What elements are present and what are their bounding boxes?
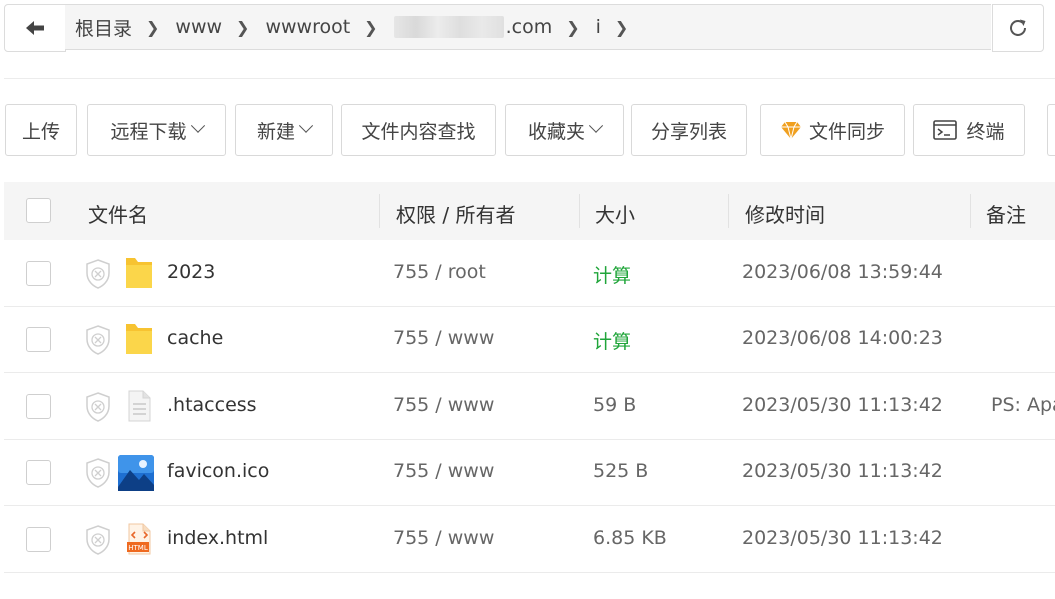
- table-row[interactable]: .htaccess 755 / www 59 B 2023/05/30 11:1…: [4, 374, 1055, 440]
- content-search-label: 文件内容查找: [361, 120, 476, 143]
- shield-icon[interactable]: [84, 391, 112, 423]
- text-file-icon: [128, 390, 151, 422]
- favorites-button[interactable]: 收藏夹: [505, 104, 624, 156]
- html-file-icon: HTML: [127, 523, 151, 555]
- chevron-down-icon: [588, 118, 604, 133]
- header-permission[interactable]: 权限 / 所有者: [396, 199, 515, 228]
- more-button[interactable]: [1047, 104, 1055, 156]
- breadcrumb-i[interactable]: i: [596, 16, 601, 38]
- file-permission[interactable]: 755 / www: [393, 394, 494, 416]
- column-divider: [379, 194, 380, 228]
- terminal-label: 终端: [966, 120, 1005, 143]
- calculate-size-link[interactable]: 计算: [593, 261, 631, 288]
- share-list-label: 分享列表: [650, 120, 727, 143]
- new-button-label: 新建: [256, 120, 295, 143]
- arrow-left-icon: [26, 21, 44, 35]
- file-modified-time: 2023/05/30 11:13:42: [742, 527, 943, 549]
- select-all-checkbox[interactable]: [26, 198, 51, 223]
- file-name[interactable]: index.html: [167, 527, 268, 549]
- header-filename[interactable]: 文件名: [88, 199, 148, 228]
- file-modified-time: 2023/05/30 11:13:42: [742, 460, 943, 482]
- address-bar: 根目录 ❯ www ❯ wwwroot ❯ .com ❯ i ❯: [4, 4, 1044, 52]
- column-divider: [728, 194, 729, 228]
- table-row[interactable]: cache 755 / www 计算 2023/06/08 14:00:23: [4, 307, 1055, 373]
- file-name[interactable]: cache: [167, 327, 223, 349]
- breadcrumb-domain[interactable]: .com: [393, 16, 553, 38]
- back-button[interactable]: [4, 4, 66, 52]
- refresh-button[interactable]: [992, 4, 1044, 52]
- remote-download-button[interactable]: 远程下载: [87, 104, 226, 156]
- file-permission[interactable]: 755 / root: [393, 261, 486, 283]
- row-checkbox[interactable]: [26, 327, 51, 352]
- row-checkbox[interactable]: [26, 394, 51, 419]
- file-size: 525 B: [593, 460, 649, 482]
- table-header: 文件名 权限 / 所有者 大小 修改时间 备注: [4, 182, 1055, 240]
- chevron-down-icon: [298, 118, 314, 133]
- file-name[interactable]: favicon.ico: [167, 460, 269, 482]
- chevron-right-icon: ❯: [146, 17, 160, 37]
- new-button[interactable]: 新建: [235, 104, 333, 156]
- content-search-button[interactable]: 文件内容查找: [341, 104, 496, 156]
- share-list-button[interactable]: 分享列表: [631, 104, 747, 156]
- file-name[interactable]: .htaccess: [167, 394, 257, 416]
- file-size: 59 B: [593, 394, 637, 416]
- chevron-right-icon: ❯: [614, 17, 629, 37]
- header-size[interactable]: 大小: [595, 199, 635, 228]
- header-modified-time[interactable]: 修改时间: [745, 199, 825, 228]
- row-checkbox[interactable]: [26, 460, 51, 485]
- favorites-label: 收藏夹: [527, 120, 585, 143]
- upload-button[interactable]: 上传: [5, 104, 77, 156]
- folder-icon: [126, 258, 152, 288]
- column-divider: [579, 194, 580, 228]
- terminal-button[interactable]: 终端: [913, 104, 1025, 156]
- breadcrumb-www[interactable]: www: [175, 16, 222, 38]
- remote-download-label: 远程下载: [110, 120, 187, 143]
- file-modified-time: 2023/05/30 11:13:42: [742, 394, 943, 416]
- file-sync-label: 文件同步: [808, 120, 885, 143]
- shield-icon[interactable]: [84, 524, 112, 556]
- redacted-text: [393, 16, 504, 38]
- svg-text:HTML: HTML: [128, 544, 148, 552]
- file-permission[interactable]: 755 / www: [393, 327, 494, 349]
- file-note[interactable]: PS: Apa: [991, 394, 1055, 416]
- file-size: 6.85 KB: [593, 527, 667, 549]
- file-name[interactable]: 2023: [167, 261, 215, 283]
- upload-button-label: 上传: [21, 120, 60, 143]
- shield-icon[interactable]: [84, 258, 112, 290]
- breadcrumb-wwwroot[interactable]: wwwroot: [265, 16, 350, 38]
- shield-icon[interactable]: [84, 457, 112, 489]
- table-row[interactable]: 2023 755 / root 计算 2023/06/08 13:59:44: [4, 241, 1055, 307]
- file-modified-time: 2023/06/08 14:00:23: [742, 327, 943, 349]
- row-checkbox[interactable]: [26, 527, 51, 552]
- file-sync-button[interactable]: 文件同步: [760, 104, 905, 156]
- image-file-icon: [118, 455, 154, 491]
- calculate-size-link[interactable]: 计算: [593, 327, 631, 354]
- breadcrumb: 根目录 ❯ www ❯ wwwroot ❯ .com ❯ i ❯: [65, 4, 991, 50]
- refresh-icon: [1010, 19, 1026, 36]
- file-permission[interactable]: 755 / www: [393, 460, 494, 482]
- file-modified-time: 2023/06/08 13:59:44: [742, 261, 943, 283]
- folder-icon: [126, 324, 152, 354]
- header-note: 备注: [986, 203, 1026, 227]
- shield-icon[interactable]: [84, 324, 112, 356]
- diamond-icon: [780, 121, 801, 140]
- row-checkbox[interactable]: [26, 261, 51, 286]
- breadcrumb-root[interactable]: 根目录: [75, 14, 132, 41]
- terminal-icon: [933, 120, 958, 140]
- file-permission[interactable]: 755 / www: [393, 527, 494, 549]
- divider: [4, 78, 1055, 79]
- table-row[interactable]: favicon.ico 755 / www 525 B 2023/05/30 1…: [4, 440, 1055, 506]
- chevron-right-icon: ❯: [566, 17, 580, 37]
- breadcrumb-domain-suffix: .com: [505, 16, 553, 38]
- chevron-right-icon: ❯: [364, 17, 378, 37]
- table-row[interactable]: HTML index.html 755 / www 6.85 KB 2023/0…: [4, 507, 1055, 573]
- chevron-right-icon: ❯: [236, 17, 250, 37]
- chevron-down-icon: [190, 118, 205, 133]
- column-divider: [970, 194, 971, 228]
